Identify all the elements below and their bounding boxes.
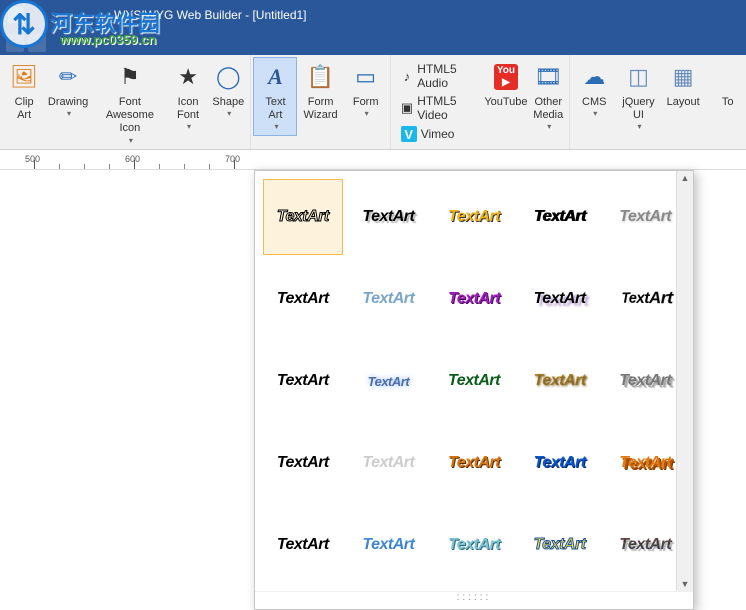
flag-icon: ⚑ <box>114 61 146 93</box>
text-art-style-19[interactable]: TextArt <box>520 425 600 501</box>
text-art-style-15[interactable]: TextArt <box>605 343 685 419</box>
design-canvas[interactable]: TextArtTextArtTextArtTextArtTextArtTextA… <box>0 170 746 610</box>
cms-button[interactable]: ☁ CMS▾ <box>572 57 616 123</box>
qat-undo-button[interactable] <box>28 34 46 52</box>
window-title: WYSIWYG Web Builder - [Untitled1] <box>114 8 307 22</box>
text-art-style-5[interactable]: TextArt <box>605 179 685 255</box>
text-art-style-18[interactable]: TextArt <box>434 425 514 501</box>
text-art-style-11[interactable]: TextArt <box>263 343 343 419</box>
form-wizard-icon: 📋 <box>305 61 337 93</box>
drawing-button[interactable]: ✏ Drawing▾ <box>44 57 92 123</box>
vimeo-icon: V <box>401 126 417 142</box>
text-art-style-25[interactable]: TextArt <box>605 507 685 583</box>
gallery-scrollbar[interactable]: ▲ ▼ <box>676 171 693 591</box>
text-art-style-23[interactable]: TextArt <box>434 507 514 583</box>
dropdown-caret-icon: ▾ <box>547 122 551 132</box>
form-wizard-button[interactable]: 📋 Form Wizard <box>297 57 343 126</box>
icon-font-button[interactable]: ★ Icon Font▾ <box>168 57 208 136</box>
audio-icon: ♪ <box>401 68 414 84</box>
text-art-style-17[interactable]: TextArt <box>349 425 429 501</box>
html5-audio-button[interactable]: ♪HTML5 Audio <box>399 61 477 91</box>
youtube-icon: You▶ <box>490 61 522 93</box>
form-button[interactable]: ▭ Form▾ <box>344 57 388 123</box>
drawing-icon: ✏ <box>52 61 84 93</box>
layout-button[interactable]: ▦ Layout <box>661 57 706 113</box>
dropdown-caret-icon: ▾ <box>187 122 191 132</box>
clip-art-icon: 🖼 <box>8 61 40 93</box>
text-art-style-9[interactable]: TextArt <box>520 261 600 337</box>
media-reel-icon: 🎞 <box>532 61 564 93</box>
text-art-style-3[interactable]: TextArt <box>434 179 514 255</box>
text-art-style-13[interactable]: TextArt <box>434 343 514 419</box>
star-icon: ★ <box>172 61 204 93</box>
text-art-style-14[interactable]: TextArt <box>520 343 600 419</box>
text-art-style-4[interactable]: TextArt <box>520 179 600 255</box>
shape-button[interactable]: ◯ Shape▾ <box>208 57 248 123</box>
text-art-style-12[interactable]: TextArt <box>349 343 429 419</box>
window-icon: ◫ <box>622 61 654 93</box>
quick-access-toolbar <box>0 30 746 55</box>
text-art-gallery: TextArtTextArtTextArtTextArtTextArtTextA… <box>254 170 694 610</box>
dropdown-caret-icon: ▾ <box>637 122 641 132</box>
jquery-ui-button[interactable]: ◫ jQuery UI▾ <box>616 57 660 136</box>
text-art-style-22[interactable]: TextArt <box>349 507 429 583</box>
dropdown-caret-icon: ▾ <box>593 109 597 119</box>
dropdown-caret-icon: ▾ <box>67 109 71 119</box>
dropdown-caret-icon: ▾ <box>129 136 133 146</box>
gallery-resize-handle[interactable]: :::::: <box>255 591 693 609</box>
text-art-style-2[interactable]: TextArt <box>349 179 429 255</box>
shape-icon: ◯ <box>212 61 244 93</box>
ribbon: 🖼 Clip Art ✏ Drawing▾ ⚑ Font Awesome Ico… <box>0 55 746 150</box>
cloud-icon: ☁ <box>578 61 610 93</box>
html5-video-button[interactable]: ▣HTML5 Video <box>399 93 477 123</box>
text-art-style-16[interactable]: TextArt <box>263 425 343 501</box>
text-art-button[interactable]: A Text Art▾ <box>253 57 297 136</box>
clip-art-button[interactable]: 🖼 Clip Art <box>4 57 44 126</box>
layout-icon: ▦ <box>667 61 699 93</box>
dropdown-caret-icon: ▾ <box>227 109 231 119</box>
text-art-style-21[interactable]: TextArt <box>263 507 343 583</box>
other-media-button[interactable]: 🎞 Other Media▾ <box>529 57 567 136</box>
text-art-grid: TextArtTextArtTextArtTextArtTextArtTextA… <box>255 171 693 591</box>
vimeo-button[interactable]: VVimeo <box>399 125 457 143</box>
qat-save-button[interactable] <box>6 34 24 52</box>
font-awesome-button[interactable]: ⚑ Font Awesome Icon▾ <box>92 57 168 149</box>
title-bar: WYSIWYG Web Builder - [Untitled1] <box>0 0 746 30</box>
scroll-up-icon[interactable]: ▲ <box>679 171 692 185</box>
app-icon <box>8 7 24 23</box>
text-art-style-6[interactable]: TextArt <box>263 261 343 337</box>
text-art-icon: A <box>259 61 291 93</box>
dropdown-caret-icon: ▾ <box>365 109 369 119</box>
text-art-style-24[interactable]: TextArt <box>520 507 600 583</box>
text-art-style-7[interactable]: TextArt <box>349 261 429 337</box>
youtube-button[interactable]: You▶ YouTube <box>483 57 530 113</box>
text-art-style-8[interactable]: TextArt <box>434 261 514 337</box>
dropdown-caret-icon: ▾ <box>274 122 278 132</box>
text-art-style-1[interactable]: TextArt <box>263 179 343 255</box>
form-icon: ▭ <box>350 61 382 93</box>
to-button[interactable]: To <box>706 57 746 113</box>
text-art-style-20[interactable]: TextArt <box>605 425 685 501</box>
horizontal-ruler: 500 600 700 <box>0 150 746 170</box>
video-icon: ▣ <box>401 100 414 116</box>
